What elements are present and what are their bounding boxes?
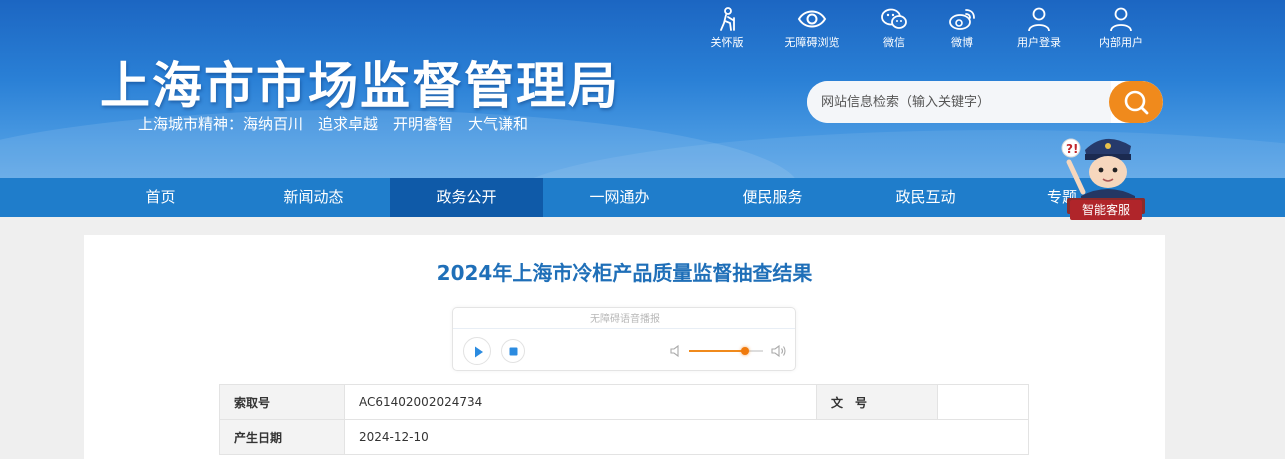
site-title[interactable]: 上海市市场监督管理局: [100, 46, 620, 118]
nav-item-online-services[interactable]: 一网通办: [543, 178, 696, 217]
weibo-icon: [949, 9, 975, 30]
site-search: [807, 81, 1163, 123]
user-icon: [1028, 7, 1050, 32]
wechat-link[interactable]: 微信: [859, 6, 929, 50]
elder-care-icon: [720, 7, 735, 31]
nav-item-home[interactable]: 首页: [84, 178, 237, 217]
audio-player: 无障碍语音播报: [452, 307, 796, 371]
weibo-label: 微博: [951, 36, 973, 49]
table-row: 产生日期 2024-12-10: [219, 419, 1029, 455]
user-login-link[interactable]: 用户登录: [1004, 6, 1074, 50]
audio-player-label: 无障碍语音播报: [590, 314, 660, 325]
article-container: 2024年上海市冷柜产品质量监督抽查结果 无障碍语音播报 索取号 AC61402…: [84, 235, 1165, 459]
internal-user-link[interactable]: 内部用户: [1086, 6, 1156, 50]
article-title: 2024年上海市冷柜产品质量监督抽查结果: [436, 261, 813, 285]
weibo-link[interactable]: 微博: [927, 6, 997, 50]
index-number-label: 索取号: [219, 384, 345, 420]
nav-item-interaction[interactable]: 政民互动: [849, 178, 1002, 217]
nav-item-news[interactable]: 新闻动态: [237, 178, 390, 217]
city-slogan: 上海城市精神：海纳百川 追求卓越 开明睿智 大气谦和: [138, 115, 529, 133]
search-input[interactable]: [807, 81, 1111, 123]
elder-care-label: 关怀版: [710, 36, 744, 49]
wechat-label: 微信: [883, 36, 905, 49]
document-number-value: [937, 384, 1029, 420]
divider: [453, 328, 795, 329]
index-number-value: AC61402002024734: [344, 384, 817, 420]
stop-button[interactable]: [501, 339, 525, 363]
accessibility-label: 无障碍浏览: [784, 36, 840, 49]
internal-user-icon: [1110, 7, 1132, 32]
document-number-label: 文 号: [816, 384, 938, 420]
date-label: 产生日期: [219, 419, 345, 455]
internal-user-label: 内部用户: [1099, 36, 1143, 49]
search-icon: [1124, 90, 1149, 115]
accessibility-link[interactable]: 无障碍浏览: [777, 6, 847, 50]
smart-service-button[interactable]: 智能客服: [1070, 200, 1142, 220]
user-login-label: 用户登录: [1017, 36, 1061, 49]
volume-slider[interactable]: [689, 347, 763, 355]
play-icon: [475, 346, 483, 358]
article-meta-table: 索取号 AC61402002024734 文 号 产生日期 2024-12-10: [219, 384, 1029, 455]
volume-up-icon[interactable]: [771, 343, 787, 359]
nav-item-government-affairs[interactable]: 政务公开: [390, 178, 543, 217]
volume-down-icon[interactable]: [669, 344, 683, 358]
stop-icon: [509, 347, 518, 356]
elder-care-link[interactable]: 关怀版: [692, 6, 762, 50]
nav-item-public-services[interactable]: 便民服务: [696, 178, 849, 217]
volume-slider-fill: [689, 350, 745, 352]
wechat-icon: [881, 8, 907, 29]
date-value: 2024-12-10: [344, 419, 1029, 455]
volume-slider-handle[interactable]: [740, 347, 749, 355]
table-row: 索取号 AC61402002024734 文 号: [219, 384, 1029, 420]
top-utility-links: 关怀版 无障碍浏览 微信 微博 用户登录 内部用户: [700, 6, 1160, 50]
search-button[interactable]: [1109, 81, 1163, 123]
play-button[interactable]: [463, 337, 491, 365]
eye-icon: [797, 10, 827, 28]
svg-text:?!: ?!: [1066, 142, 1078, 156]
